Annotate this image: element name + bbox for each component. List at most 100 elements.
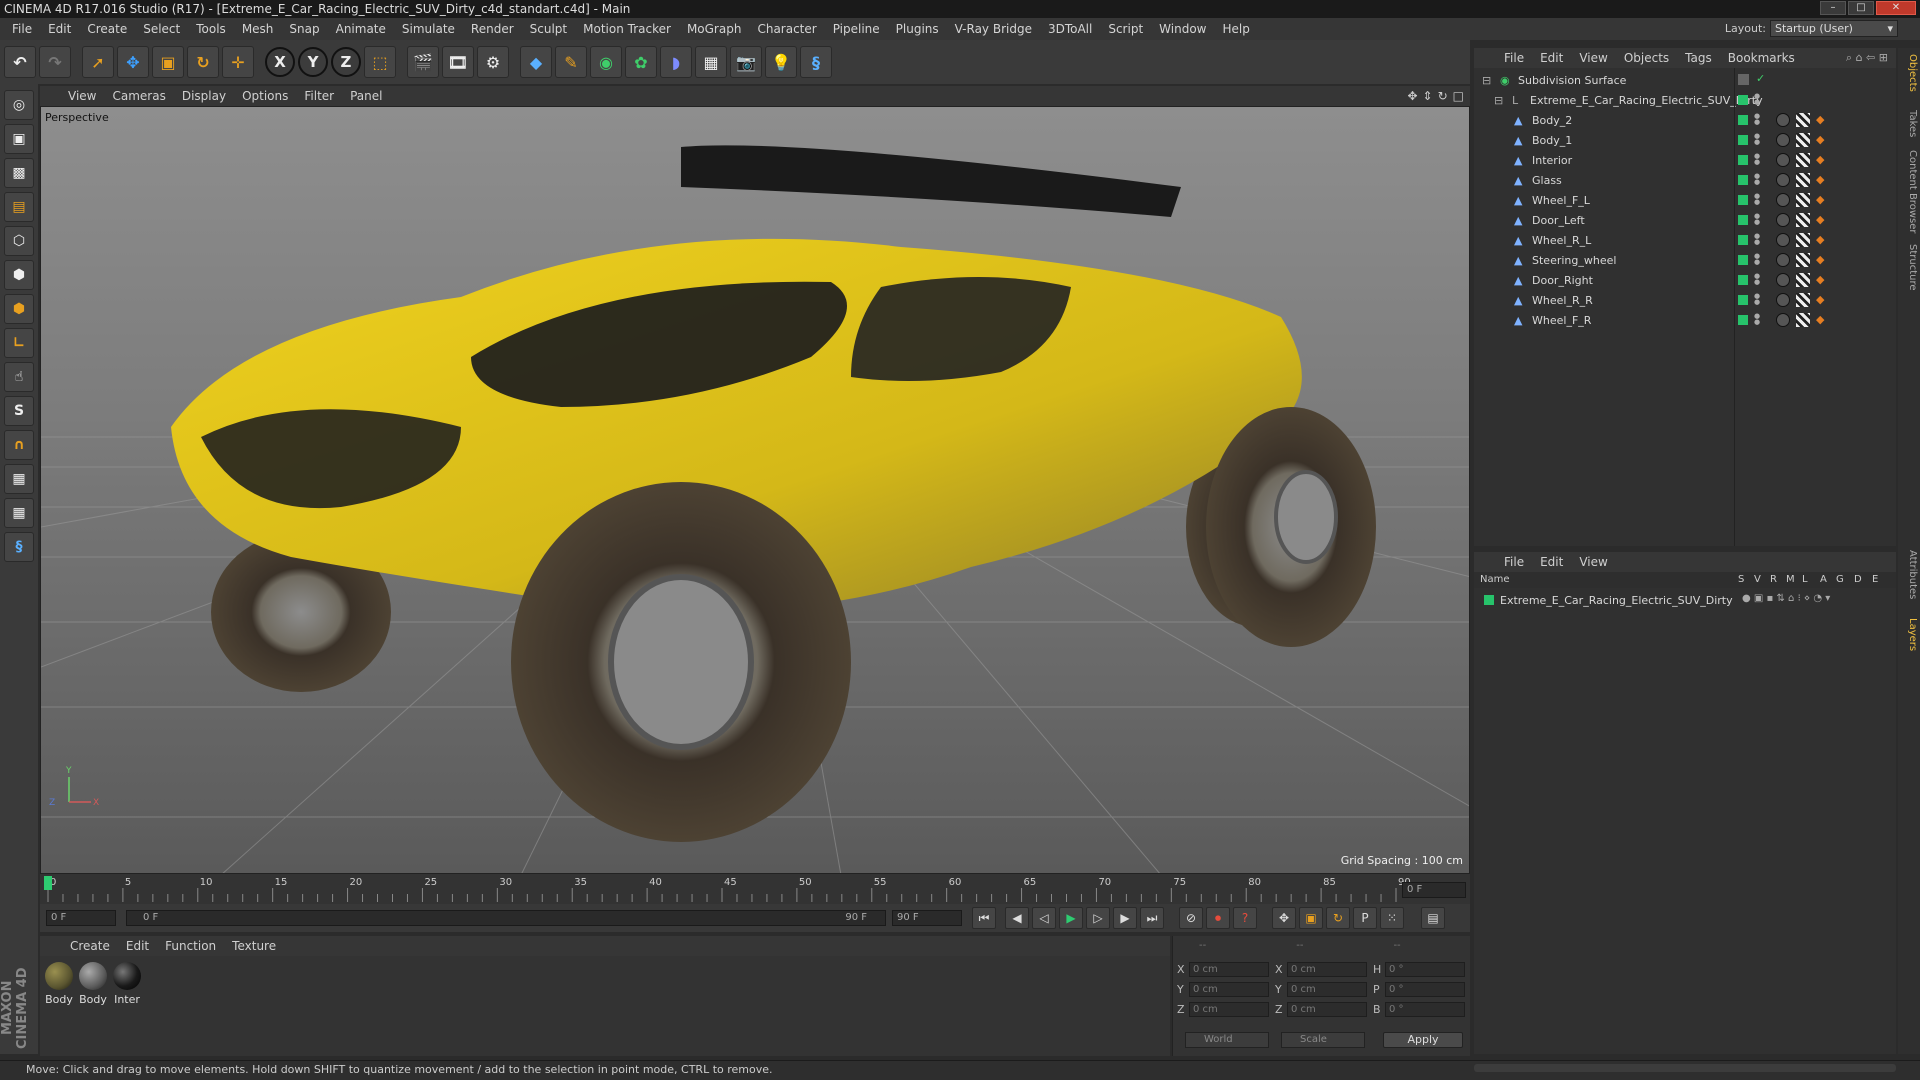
python-editor-button[interactable]: § (4, 532, 34, 562)
material-menu-edit[interactable]: Edit (118, 939, 157, 953)
visibility-dots[interactable]: ● ● (1754, 193, 1760, 206)
om-column-divider[interactable] (1734, 68, 1735, 546)
tab-structure[interactable]: Structure (1900, 244, 1918, 291)
visibility-dots[interactable]: ● ● (1754, 153, 1760, 166)
play-button[interactable]: ▶ (1059, 907, 1083, 929)
python-button[interactable]: § (800, 46, 832, 78)
model-mode-button[interactable]: ▣ (4, 124, 34, 154)
y-axis-lock-button[interactable]: Y (298, 47, 328, 77)
layer-color-swatch[interactable] (1738, 95, 1748, 105)
uvw-tag-icon[interactable] (1796, 273, 1810, 287)
selection-tag-icon[interactable]: ◆ (1816, 253, 1824, 266)
texture-mode-button[interactable]: ▩ (4, 158, 34, 188)
layer-color-swatch[interactable] (1738, 235, 1748, 245)
menu-mograph[interactable]: MoGraph (679, 22, 750, 36)
selection-tag-icon[interactable]: ◆ (1816, 173, 1824, 186)
visibility-dots[interactable]: ● ● (1754, 233, 1760, 246)
close-button[interactable]: ✕ (1876, 1, 1916, 15)
om-menu-edit[interactable]: Edit (1532, 51, 1571, 65)
object-row[interactable]: ▲ Wheel_F_R ● ● ◆ (1474, 310, 1896, 330)
key-parameter-button[interactable]: P (1353, 907, 1377, 929)
selection-tag-icon[interactable]: ◆ (1816, 113, 1824, 126)
object-row[interactable]: ▲ Door_Right ● ● ◆ (1474, 270, 1896, 290)
material-tag-icon[interactable] (1776, 293, 1790, 307)
check-icon[interactable]: ✓ (1756, 72, 1765, 85)
x-axis-lock-button[interactable]: X (265, 47, 295, 77)
menu-mesh[interactable]: Mesh (234, 22, 282, 36)
render-picture-viewer-button[interactable]: 🎞 (442, 46, 474, 78)
visibility-dots[interactable]: ● ● (1754, 293, 1760, 306)
add-floor-button[interactable]: ▦ (695, 46, 727, 78)
layer-color-swatch[interactable] (1738, 315, 1748, 325)
maximize-button[interactable]: □ (1848, 1, 1874, 15)
menu-pipeline[interactable]: Pipeline (825, 22, 888, 36)
selection-tag-icon[interactable]: ◆ (1816, 153, 1824, 166)
menu-select[interactable]: Select (135, 22, 188, 36)
workplane-mode-button[interactable]: ▤ (4, 192, 34, 222)
selection-tag-icon[interactable]: ◆ (1816, 293, 1824, 306)
material-swatch[interactable]: Body (78, 962, 108, 1006)
object-row[interactable]: ▲ Wheel_F_L ● ● ◆ (1474, 190, 1896, 210)
menu-plugins[interactable]: Plugins (888, 22, 947, 36)
material-menu-create[interactable]: Create (62, 939, 118, 953)
uvw-tag-icon[interactable] (1796, 293, 1810, 307)
object-row[interactable]: ▲ Body_1 ● ● ◆ (1474, 130, 1896, 150)
goto-prev-key-button[interactable]: ◀ (1005, 907, 1029, 929)
menu-3dtoall[interactable]: 3DToAll (1040, 22, 1100, 36)
viewport-menu-options[interactable]: Options (234, 89, 296, 103)
scale-tool-button[interactable]: ▣ (152, 46, 184, 78)
menu-motion-tracker[interactable]: Motion Tracker (575, 22, 679, 36)
om-menu-objects[interactable]: Objects (1616, 51, 1677, 65)
undo-button[interactable]: ↶ (4, 46, 36, 78)
selection-tag-icon[interactable]: ◆ (1816, 133, 1824, 146)
orbit-icon[interactable]: ↻ (1438, 89, 1448, 103)
object-row[interactable]: ▲ Body_2 ● ● ◆ (1474, 110, 1896, 130)
menu-vray-bridge[interactable]: V-Ray Bridge (947, 22, 1040, 36)
viewport-menu-filter[interactable]: Filter (296, 89, 342, 103)
size-mode-select[interactable]: Scale (1281, 1032, 1365, 1048)
material-swatch[interactable]: Inter (112, 962, 142, 1006)
material-swatch[interactable]: Body (44, 962, 74, 1006)
render-settings-button[interactable]: ⚙ (477, 46, 509, 78)
layer-color-swatch[interactable] (1738, 175, 1748, 185)
key-pla-button[interactable]: ⁙ (1380, 907, 1404, 929)
om-menu-bookmarks[interactable]: Bookmarks (1720, 51, 1803, 65)
collapse-icon[interactable]: ⊟ (1482, 74, 1494, 87)
material-tag-icon[interactable] (1776, 113, 1790, 127)
viewport-menu-cameras[interactable]: Cameras (104, 89, 173, 103)
menu-window[interactable]: Window (1151, 22, 1214, 36)
magnet-button[interactable]: ∩ (4, 430, 34, 460)
uvw-tag-icon[interactable] (1796, 193, 1810, 207)
menu-sculpt[interactable]: Sculpt (522, 22, 575, 36)
add-cube-button[interactable]: ◆ (520, 46, 552, 78)
menu-tools[interactable]: Tools (188, 22, 234, 36)
lock-workplane-button[interactable]: ▦ (4, 464, 34, 494)
add-light-button[interactable]: 💡 (765, 46, 797, 78)
menu-script[interactable]: Script (1100, 22, 1151, 36)
edges-mode-button[interactable]: ⬢ (4, 260, 34, 290)
lm-menu-edit[interactable]: Edit (1532, 555, 1571, 569)
rotation-p-field[interactable]: 0 ° (1385, 982, 1465, 997)
layer-color-swatch[interactable] (1738, 135, 1748, 145)
add-cloner-button[interactable]: ✿ (625, 46, 657, 78)
object-row-subdivision-surface[interactable]: ⊟ ◉ Subdivision Surface ✓ (1474, 70, 1896, 90)
menu-simulate[interactable]: Simulate (394, 22, 463, 36)
maximize-view-icon[interactable]: □ (1453, 89, 1464, 103)
rotation-b-field[interactable]: 0 ° (1385, 1002, 1465, 1017)
material-menu-function[interactable]: Function (157, 939, 224, 953)
rotation-h-field[interactable]: 0 ° (1385, 962, 1465, 977)
object-row[interactable]: ▲ Wheel_R_L ● ● ◆ (1474, 230, 1896, 250)
lm-menu-view[interactable]: View (1571, 555, 1615, 569)
add-deformer-button[interactable]: ◗ (660, 46, 692, 78)
tab-takes[interactable]: Takes (1900, 110, 1918, 137)
object-row[interactable]: ▲ Wheel_R_R ● ● ◆ (1474, 290, 1896, 310)
selection-tag-icon[interactable]: ◆ (1816, 233, 1824, 246)
uvw-tag-icon[interactable] (1796, 233, 1810, 247)
menu-character[interactable]: Character (749, 22, 824, 36)
size-z-field[interactable]: 0 cm (1287, 1002, 1367, 1017)
selection-tag-icon[interactable]: ◆ (1816, 213, 1824, 226)
layer-color-swatch[interactable] (1738, 74, 1749, 85)
layout-select[interactable]: Startup (User) ▾ (1770, 20, 1898, 37)
visibility-dots[interactable]: ● ● (1754, 313, 1760, 326)
menu-edit[interactable]: Edit (40, 22, 79, 36)
